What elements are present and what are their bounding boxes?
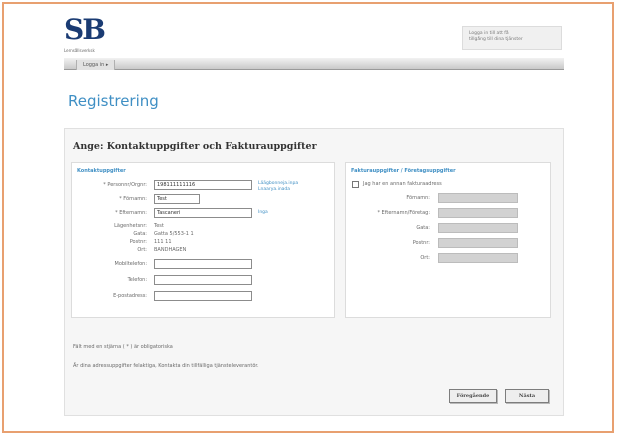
invoice-ort-row: Ort: (346, 253, 550, 264)
logo: SB Lernsållsverksk (64, 16, 124, 56)
invoice-ort-label: Ort: (420, 255, 430, 261)
logo-subtitle: Lernsållsverksk (64, 48, 95, 53)
personnummer-input[interactable]: 198111111116 (154, 180, 252, 190)
invoice-box: Fakturauppgifter / Företagsuppgifter Jag… (345, 162, 551, 318)
ort-label: Ort: (137, 247, 147, 253)
epost-label: E-postadress: (113, 293, 147, 299)
required-fields-note: Fält med en stjärna ( * ) är obligatoris… (73, 344, 173, 350)
epost-input[interactable] (154, 291, 252, 301)
registration-panel: Ange: Kontaktuppgifter och Fakturauppgif… (64, 128, 564, 416)
personnummer-row: * Personnr/Orgnr: 198111111116 Läägbonne… (72, 180, 334, 193)
invoice-gata-label: Gata: (416, 225, 430, 231)
mobil-label: Mobiltelefon: (114, 261, 148, 267)
other-invoice-address-label: Jag har en annan fakturaadress (363, 181, 442, 187)
contact-box: Kontaktuppgifter * Personnr/Orgnr: 19811… (71, 162, 335, 318)
ort-row: Ort: BANDHAGEN (72, 245, 334, 256)
nav-tab-login[interactable]: Logga in ▸ (76, 60, 116, 70)
login-info-line-2: tillgång till dina tjänster (469, 37, 523, 42)
invoice-gata-row: Gata: (346, 223, 550, 234)
login-info-box[interactable]: Logga in till att få tillgång till dina … (462, 26, 562, 50)
logo-mark: SB (64, 13, 106, 46)
window-frame: SB Lernsållsverksk Logga in till att få … (2, 2, 614, 433)
efternamn-row: * Efternamn: Tascaneri Inga (72, 208, 334, 219)
invoice-ort-input[interactable] (438, 253, 518, 263)
invoice-efternamn-row: * Efternamn/Företag: (346, 208, 550, 219)
invoice-postnr-input[interactable] (438, 238, 518, 248)
telefon-input[interactable] (154, 275, 252, 285)
next-button[interactable]: Nästa (505, 389, 549, 403)
mobil-input[interactable] (154, 259, 252, 269)
form-heading: Ange: Kontaktuppgifter och Fakturauppgif… (73, 141, 317, 152)
efternamn-input[interactable]: Tascaneri (154, 208, 252, 218)
address-help-note: Är dina adressuppgifter felaktiga, Konta… (73, 363, 259, 369)
page: SB Lernsållsverksk Logga in till att få … (64, 12, 564, 416)
fornamn-input[interactable]: Test (154, 194, 200, 204)
back-button[interactable]: Föregående (449, 389, 497, 403)
invoice-efternamn-input[interactable] (438, 208, 518, 218)
efternamn-link[interactable]: Inga (258, 210, 268, 216)
invoice-postnr-row: Postnr: (346, 238, 550, 249)
invoice-fornamn-input[interactable] (438, 193, 518, 203)
navbar: Logga in ▸ (64, 58, 564, 70)
invoice-efternamn-label: * Efternamn/Företag: (377, 210, 430, 216)
telefon-row: Telefon: (72, 275, 334, 286)
invoice-fornamn-label: Förnamn: (406, 195, 430, 201)
efternamn-label: * Efternamn: (115, 210, 147, 216)
fornamn-label: * Förnamn: (119, 196, 147, 202)
other-invoice-address-checkbox[interactable] (352, 181, 359, 188)
epost-row: E-postadress: (72, 291, 334, 302)
invoice-gata-input[interactable] (438, 223, 518, 233)
invoice-heading: Fakturauppgifter / Företagsuppgifter (351, 168, 456, 174)
fornamn-row: * Förnamn: Test (72, 194, 334, 205)
contact-heading: Kontaktuppgifter (77, 168, 126, 174)
other-invoice-address-row[interactable]: Jag har en annan fakturaadress (352, 180, 542, 189)
invoice-postnr-label: Postnr: (412, 240, 430, 246)
mobil-row: Mobiltelefon: (72, 259, 334, 270)
personnummer-link-2[interactable]: Lnaarya.inada (258, 187, 298, 193)
page-title: Registrering (68, 92, 159, 110)
personnummer-links[interactable]: Läägbonneja.inpa Lnaarya.inada (258, 181, 298, 193)
personnummer-label: * Personnr/Orgnr: (103, 182, 147, 188)
invoice-fornamn-row: Förnamn: (346, 193, 550, 204)
telefon-label: Telefon: (127, 277, 147, 283)
ort-value: BANDHAGEN (154, 247, 187, 253)
